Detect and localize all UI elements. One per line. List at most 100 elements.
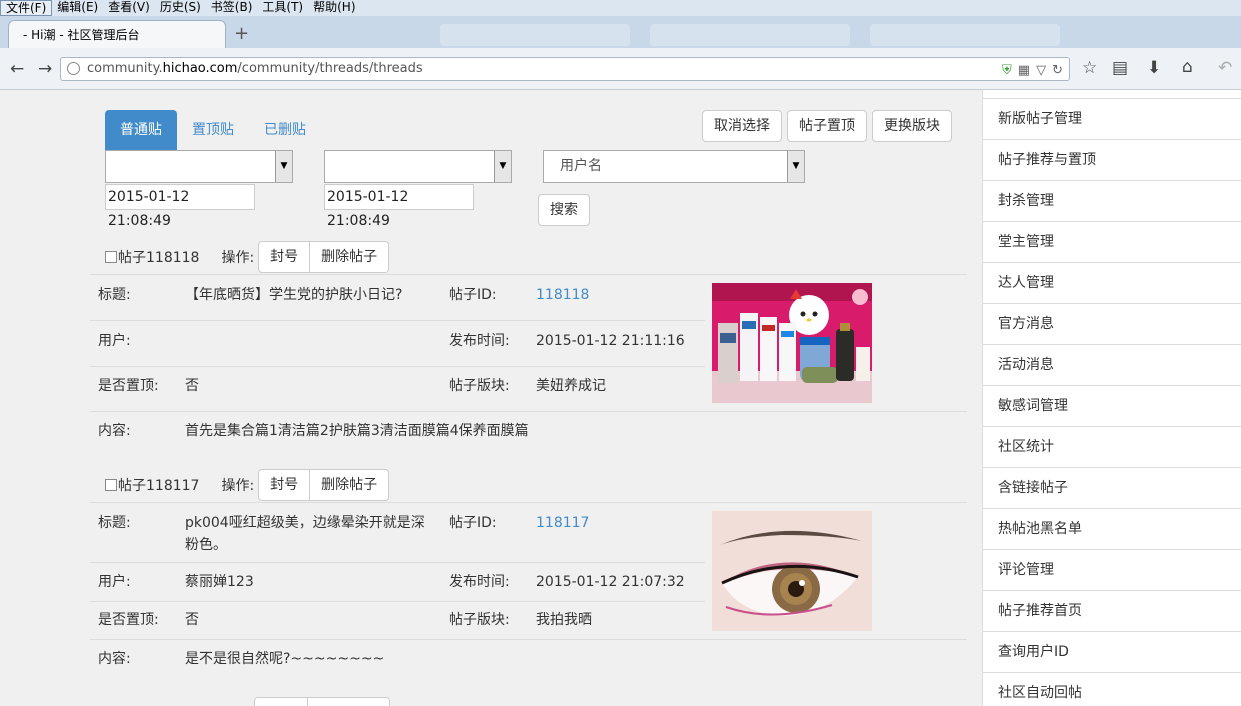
forward-icon[interactable]: → — [38, 59, 52, 79]
end-date-input[interactable]: 2015-01-12 21:08:49 — [324, 184, 474, 229]
menu-bookmarks[interactable]: 书签(B) — [206, 0, 258, 16]
browser-tabbar: - Hi潮 - 社区管理后台 + — [0, 16, 1241, 48]
sidebar-item-ban-manage[interactable]: 封杀管理 — [983, 181, 1241, 222]
chevron-down-icon: ▼ — [787, 151, 804, 182]
menu-history[interactable]: 历史(S) — [155, 0, 206, 16]
ban-user-button[interactable]: 封号 — [258, 469, 311, 501]
post-header-label: 帖子118118 — [118, 250, 200, 266]
post-type-tabs: 普通贴 置顶贴 已删贴 — [105, 110, 321, 150]
post-id-link[interactable]: 118117 — [536, 512, 589, 534]
download-icon[interactable]: ⬇ — [1147, 58, 1161, 78]
table-row: 用户: 蔡丽婵123 发布时间: 2015-01-12 21:07:32 — [90, 562, 705, 601]
sidebar-item-lookup-user-id[interactable]: 查询用户ID — [983, 632, 1241, 673]
browser-navbar: ← → community.hichao.com/community/threa… — [0, 48, 1241, 90]
background-tab[interactable] — [440, 24, 630, 46]
undo-icon[interactable]: ↶ — [1218, 58, 1232, 78]
post-board: 我拍我晒 — [536, 612, 592, 628]
sidebar-item-auto-reply[interactable]: 社区自动回帖 — [983, 673, 1241, 706]
home-icon[interactable]: ⌂ — [1182, 57, 1193, 77]
reload-icon[interactable]: ↻ — [1052, 60, 1063, 82]
post-header: 帖子118117 操作: 封号 删除帖子 — [105, 468, 390, 502]
new-tab-button[interactable]: + — [234, 24, 249, 44]
sidebar-item-sensitive-words[interactable]: 敏感词管理 — [983, 386, 1241, 427]
chevron-down-icon: ▼ — [275, 151, 292, 182]
menu-view[interactable]: 查看(V) — [103, 0, 155, 16]
post-board: 美妞养成记 — [536, 378, 606, 394]
sidebar-item-link-posts[interactable]: 含链接帖子 — [983, 468, 1241, 509]
menu-help[interactable]: 帮助(H) — [308, 0, 360, 16]
delete-post-button[interactable] — [308, 697, 390, 706]
sidebar-item-new-thread-manage[interactable]: 新版帖子管理 — [983, 99, 1241, 140]
post-thumbnail[interactable] — [712, 511, 872, 631]
table-row: 是否置顶: 否 帖子版块: 美妞养成记 — [90, 366, 705, 411]
post-header-label: 帖子118117 — [118, 478, 200, 494]
ban-user-button[interactable] — [254, 697, 308, 706]
post-id-link[interactable]: 118118 — [536, 284, 589, 306]
qr-icon[interactable]: ▦ — [1018, 60, 1030, 82]
search-button[interactable]: 搜索 — [538, 194, 590, 226]
post-actions: 封号 删除帖子 — [258, 241, 390, 273]
tab-deleted-posts[interactable]: 已删贴 — [249, 110, 321, 150]
sidebar-item-hot-blacklist[interactable]: 热帖池黑名单 — [983, 509, 1241, 550]
ban-user-button[interactable]: 封号 — [258, 241, 311, 273]
sidebar-item-expert-manage[interactable]: 达人管理 — [983, 263, 1241, 304]
tab-pinned-posts[interactable]: 置顶贴 — [177, 110, 249, 150]
sidebar-item-moderator-manage[interactable]: 堂主管理 — [983, 222, 1241, 263]
delete-post-button[interactable]: 删除帖子 — [310, 469, 390, 501]
menu-file[interactable]: 文件(F) — [0, 0, 53, 16]
globe-icon — [67, 62, 80, 75]
cancel-selection-button[interactable]: 取消选择 — [702, 110, 782, 142]
back-icon[interactable]: ← — [10, 59, 24, 79]
menu-tools[interactable]: 工具(T) — [257, 0, 308, 16]
post-content: 是不是很自然呢?~~~~~~~~ — [185, 651, 385, 667]
post-header — [105, 696, 390, 706]
pin-post-button[interactable]: 帖子置顶 — [787, 110, 867, 142]
dropdown-icon[interactable]: ▽ — [1036, 60, 1046, 82]
post-title: 【年底晒货】学生党的护肤小日记? — [185, 287, 403, 303]
start-date-input[interactable]: 2015-01-12 21:08:49 — [105, 184, 255, 229]
sidebar-item-recommend-home[interactable]: 帖子推荐首页 — [983, 591, 1241, 632]
sidebar-item-comment-manage[interactable]: 评论管理 — [983, 550, 1241, 591]
url-path: /community/threads/threads — [237, 61, 423, 76]
menu-edit[interactable]: 编辑(E) — [52, 0, 103, 16]
username-select[interactable]: 用户名 ▼ — [543, 150, 805, 183]
tab-normal-posts[interactable]: 普通贴 — [105, 110, 177, 150]
sidebar-item-official-messages[interactable]: 官方消息 — [983, 304, 1241, 345]
delete-post-button[interactable]: 删除帖子 — [310, 241, 390, 273]
post-pinned: 否 — [185, 612, 199, 628]
change-board-button[interactable]: 更换版块 — [872, 110, 952, 142]
post-title: pk004哑红超级美，边缘晕染开就是深粉色。 — [185, 515, 425, 553]
post-actions: 封号 删除帖子 — [258, 469, 390, 501]
post-time: 2015-01-12 21:11:16 — [536, 333, 685, 349]
post-time: 2015-01-12 21:07:32 — [536, 574, 685, 590]
post-checkbox[interactable] — [105, 251, 117, 263]
background-tab[interactable] — [650, 24, 850, 46]
sidebar-item-community-stats[interactable]: 社区统计 — [983, 427, 1241, 468]
table-row: 是否置顶: 否 帖子版块: 我拍我晒 — [90, 601, 705, 639]
operation-label: 操作: — [221, 250, 255, 266]
post-checkbox[interactable] — [105, 479, 117, 491]
background-tab[interactable] — [870, 24, 1060, 46]
post-content: 首先是集合篇1清洁篇2护肤篇3清洁面膜篇4保养面膜篇 — [185, 423, 529, 439]
url-prefix: community. — [87, 61, 163, 76]
main-content: 普通贴 置顶贴 已删贴 取消选择 帖子置顶 更换版块 ▼ ▼ 用户名 ▼ 201… — [0, 90, 982, 706]
browser-tab-active[interactable]: - Hi潮 - 社区管理后台 — [8, 20, 226, 48]
table-row: 内容: 是不是很自然呢?~~~~~~~~ — [90, 639, 967, 679]
url-domain: hichao.com — [162, 61, 238, 76]
browser-menubar: 文件(F) 编辑(E) 查看(V) 历史(S) 书签(B) 工具(T) 帮助(H… — [0, 0, 1241, 16]
table-row: 用户: 发布时间: 2015-01-12 21:11:16 — [90, 320, 705, 366]
admin-sidebar: 新版帖子管理 帖子推荐与置顶 封杀管理 堂主管理 达人管理 官方消息 活动消息 … — [982, 90, 1241, 706]
chevron-down-icon: ▼ — [494, 151, 511, 182]
reading-list-icon[interactable]: ▤ — [1112, 58, 1128, 78]
table-row: 内容: 首先是集合篇1清洁篇2护肤篇3清洁面膜篇4保养面膜篇 — [90, 411, 967, 453]
filter-select-2[interactable]: ▼ — [324, 150, 512, 183]
filter-select-1[interactable]: ▼ — [105, 150, 293, 183]
sidebar-item-activity-messages[interactable]: 活动消息 — [983, 345, 1241, 386]
post-thumbnail[interactable] — [712, 283, 872, 403]
url-bar[interactable]: community.hichao.com/community/threads/t… — [60, 57, 1070, 81]
post-user: 蔡丽婵123 — [185, 574, 254, 590]
star-icon[interactable]: ☆ — [1082, 58, 1097, 78]
post-actions — [254, 697, 390, 706]
sidebar-item-recommend-pin[interactable]: 帖子推荐与置顶 — [983, 140, 1241, 181]
shield-icon[interactable]: ⛨ — [1002, 60, 1012, 82]
